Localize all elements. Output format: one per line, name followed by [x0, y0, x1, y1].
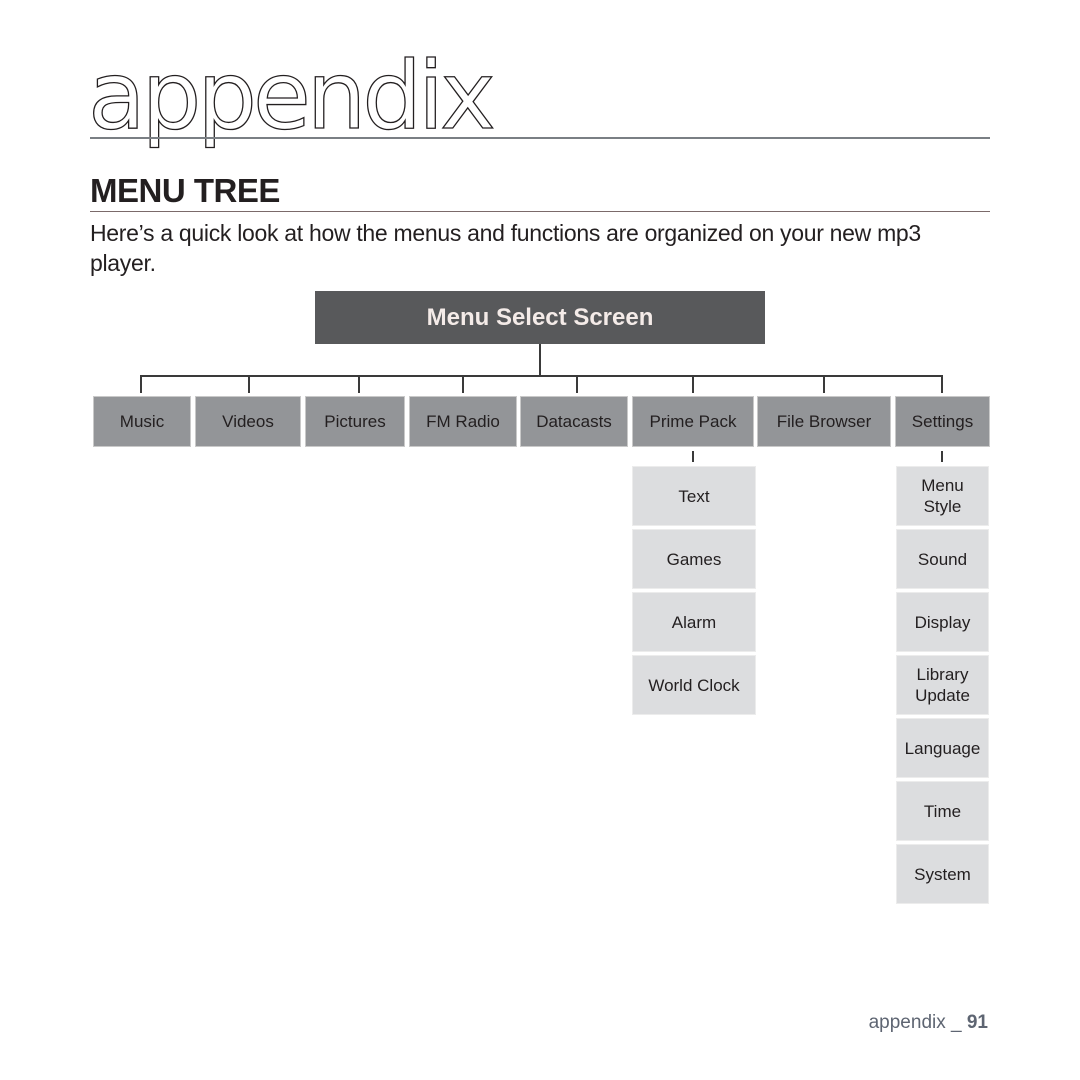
menu-node-pictures: Pictures [305, 396, 405, 447]
page-footer: appendix _ 91 [869, 1012, 988, 1034]
intro-paragraph: Here’s a quick look at how the menus and… [90, 220, 921, 276]
menu-node-file-browser: File Browser [757, 396, 891, 447]
settings-submenu-item: System [896, 844, 989, 904]
prime-pack-submenu-item: World Clock [632, 655, 756, 715]
section-title-rule [90, 211, 990, 212]
chapter-title: appendix [87, 42, 496, 151]
chapter-title-rule [90, 137, 990, 139]
footer-section: appendix _ [868, 1012, 967, 1033]
menu-node-prime-pack: Prime Pack [632, 396, 754, 447]
root-node-menu-select-screen: Menu Select Screen [315, 291, 765, 344]
settings-submenu-item: Library Update [896, 655, 989, 715]
settings-submenu-connector [941, 451, 943, 462]
section-title: MENU TREE [90, 172, 280, 209]
prime-pack-submenu-item: Games [632, 529, 756, 589]
menu-node-datacasts: Datacasts [520, 396, 628, 447]
settings-submenu-item: Time [896, 781, 989, 841]
settings-submenu-item: Language [896, 718, 989, 778]
branch-tick [692, 376, 694, 393]
branch-tick [140, 376, 142, 393]
prime-pack-submenu-connector [692, 451, 694, 462]
branch-tick [941, 376, 943, 393]
branch-tick [462, 376, 464, 393]
menu-node-settings: Settings [895, 396, 990, 447]
prime-pack-submenu-item: Text [632, 466, 756, 526]
settings-submenu-item: Display [896, 592, 989, 652]
menu-node-videos: Videos [195, 396, 301, 447]
settings-submenu-item: Menu Style [896, 466, 989, 526]
branch-tick [823, 376, 825, 393]
branch-tick [576, 376, 578, 393]
settings-submenu-item: Sound [896, 529, 989, 589]
menu-node-fm-radio: FM Radio [409, 396, 517, 447]
branch-tick [248, 376, 250, 393]
page-number: 91 [966, 1012, 988, 1033]
prime-pack-submenu-item: Alarm [632, 592, 756, 652]
menu-node-music: Music [93, 396, 191, 447]
root-connector [539, 344, 541, 376]
branch-tick [358, 376, 360, 393]
